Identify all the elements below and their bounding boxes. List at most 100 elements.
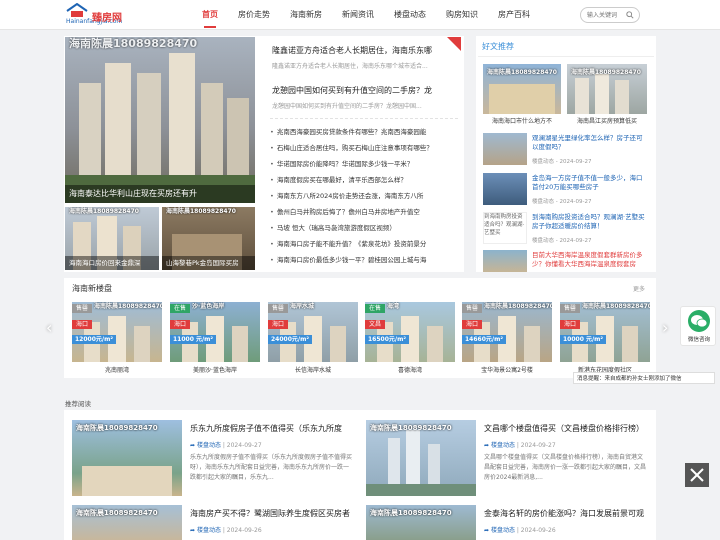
news-item[interactable]: 华诺国际房价能降吗？华诺国际多少钱一平米？: [270, 158, 458, 168]
recommend-item-2-image[interactable]: [483, 173, 527, 205]
project-city-badge: 海口: [268, 320, 289, 329]
project-status-badge: 售罄: [560, 304, 581, 313]
project-status-badge: 售罄: [462, 304, 483, 313]
recommend-top-1-caption[interactable]: 海南海口市什么地方不: [483, 116, 561, 125]
article-2-image[interactable]: 海南陈晨18089828470: [366, 420, 476, 496]
project-watermark: 海岸水城: [290, 303, 315, 310]
project-name[interactable]: 喜德海湾: [372, 365, 448, 374]
recommend-item-4-title[interactable]: 目前大华西海岸温泉度假套群新房价多少？你懂看大华西海岸温泉度假套房: [532, 251, 648, 269]
project-price: 10000 元/m²: [560, 335, 607, 344]
project-name[interactable]: 美丽沙·蓝色海岸: [177, 365, 253, 374]
article-4-date: 2024-09-26: [520, 527, 556, 534]
article-3-category[interactable]: 楼盘动态: [197, 527, 221, 534]
project-watermark: 海南陈晨18089828470: [484, 303, 552, 310]
nav-encyclopedia[interactable]: 房产百科: [494, 0, 534, 30]
news-item[interactable]: 兆南西海豪园买房贷款条件有哪些？兆南西海豪园能: [270, 126, 458, 136]
logo-house-icon: [66, 3, 88, 17]
nav-project-updates[interactable]: 楼盘动态: [390, 0, 430, 30]
hero-thumb-2[interactable]: 海南陈晨18089828470 山海黎巷Pk金岛国际买房: [162, 207, 255, 270]
category-icon: ➦: [484, 442, 491, 449]
recommend-item-2-title[interactable]: 金岛海一方房子值不值一般多少，海口首付20万能买哪些房子: [532, 174, 648, 192]
recommend-item-1-title[interactable]: 观澜湖星光里绿化率怎么样？房子还可以度假吗？: [532, 134, 648, 152]
article-4-category[interactable]: 楼盘动态: [491, 527, 515, 534]
carousel-prev-arrow-icon[interactable]: ‹: [46, 318, 52, 337]
hero-thumb-2-caption[interactable]: 山海黎巷Pk金岛国际买房: [162, 256, 255, 270]
news-item[interactable]: 马坡 恒大（瑞高马袅湾旅游度假区视频）: [270, 222, 458, 232]
article-2-date: 2024-09-27: [520, 442, 556, 449]
project-name[interactable]: 兆南丽湾: [79, 365, 155, 374]
recommend-item-1-image[interactable]: [483, 133, 527, 165]
news-item[interactable]: 海南东方八所2024房价走势还会涨，海南东方八所: [270, 190, 458, 200]
project-image[interactable]: 海南陈晨18089828470 售罄 海口 14660元/m²: [462, 302, 552, 362]
search-input[interactable]: [587, 10, 625, 20]
search-icon[interactable]: [626, 11, 634, 19]
category-icon: ➦: [484, 527, 491, 534]
recommend-top-1-watermark: 海南陈晨18089828470: [487, 69, 557, 76]
news-item[interactable]: 海南海口房价最低多少钱一平？碧桂园公园上城与海: [270, 254, 458, 264]
project-name[interactable]: 宝华海景公寓2号楼: [469, 365, 545, 374]
headline-2-title[interactable]: 龙憩园中国如何买到有升值空间的二手房？龙: [272, 85, 456, 96]
project-image[interactable]: 沙·蓝色海岸 在售 海口 11000 元/m²: [170, 302, 260, 362]
project-name[interactable]: 长信海岸水城: [275, 365, 351, 374]
article-3-date: 2024-09-26: [226, 527, 262, 534]
hero-thumb-1-caption[interactable]: 海南海口房价回来金鼎深: [65, 256, 159, 270]
recommend-top-1-image[interactable]: 海南陈晨18089828470: [483, 64, 561, 114]
project-card[interactable]: 海南陈晨18089828470 售罄 海口 14660元/m² 宝华海景公寓2号楼: [462, 302, 552, 376]
project-city-badge: 文昌: [365, 320, 386, 329]
project-card[interactable]: 海岸水城 售罄 海口 24000元/m² 长信海岸水城: [268, 302, 358, 376]
category-icon: ➦: [190, 527, 197, 534]
nav-news[interactable]: 新闻资讯: [338, 0, 378, 30]
news-item[interactable]: 石梅山庄适合居住吗，购买石梅山庄注意事项有哪些？: [270, 142, 458, 152]
project-image[interactable]: 海南陈晨18089828470 售罄 海口 12000元/m²: [72, 302, 162, 362]
article-1-desc: 乐东九所度假房子值不值得买（乐东九所度假房子值不值得买呀），海南乐东九所配套日益…: [190, 454, 352, 481]
nav-price-trend[interactable]: 房价走势: [234, 0, 274, 30]
article-2-category[interactable]: 楼盘动态: [491, 442, 515, 449]
article-1-watermark: 海南陈晨18089828470: [76, 424, 158, 432]
carousel-next-arrow-icon[interactable]: ›: [662, 318, 668, 337]
article-1-title[interactable]: 乐东九所度假房子值不值得买（乐东九所度: [190, 423, 350, 434]
wechat-float[interactable]: 微信咨询: [680, 306, 716, 346]
site-logo[interactable]: Hainanfangjia.com 臻房网: [66, 3, 126, 28]
recommend-item-3-broken-image[interactable]: 到海南购房投资适合吗？观澜湖·艺墅买: [483, 212, 527, 244]
recommend-top-2-caption[interactable]: 海南昌江买房预算低买: [567, 116, 647, 125]
site-header: Hainanfangjia.com 臻房网 首页 房价走势 海南新房 新闻资讯 …: [0, 0, 720, 30]
recommend-top-2-image[interactable]: 海南陈晨18089828470: [567, 64, 647, 114]
project-card[interactable]: 海南陈晨18089828470 售罄 海口 10000 元/m² 新港东花园度假社区: [560, 302, 650, 376]
project-city-badge: 海口: [462, 320, 483, 329]
new-projects-more-link[interactable]: 更多: [633, 284, 645, 293]
close-button[interactable]: [685, 463, 709, 487]
news-item[interactable]: 海南海口房子能不能升值？《紫泉花坊》投资前景分: [270, 238, 458, 248]
article-2-watermark: 海南陈晨18089828470: [370, 424, 452, 432]
recommend-item-3-title[interactable]: 到海南购房投资适合吗？观澜湖·艺墅买房子你超适暖房价结算！: [532, 213, 648, 231]
project-image[interactable]: 海湾 在售 文昌 16500元/m²: [365, 302, 455, 362]
logo-brand: 臻房网: [92, 13, 122, 24]
project-card[interactable]: 沙·蓝色海岸 在售 海口 11000 元/m² 美丽沙·蓝色海岸: [170, 302, 260, 376]
article-2-desc: 文昌哪个楼盘值得买（文昌楼盘价格排行榜），海南自贸港文昌配套日益完善，海南房价一…: [484, 454, 647, 481]
nav-buying-guide[interactable]: 购房知识: [442, 0, 482, 30]
news-item[interactable]: 海南度假房买在哪最好，清平乐西部怎么样？: [270, 174, 458, 184]
article-2-title[interactable]: 文昌哪个楼盘值得买（文昌楼盘价格排行榜）: [484, 423, 648, 434]
project-card[interactable]: 海湾 在售 文昌 16500元/m² 喜德海湾: [365, 302, 455, 376]
article-1-image[interactable]: 海南陈晨18089828470: [72, 420, 182, 496]
article-1-category[interactable]: 楼盘动态: [197, 442, 221, 449]
news-item[interactable]: 儋州白马井购房后悔了？儋州白马井房地产升值空: [270, 206, 458, 216]
nav-new-homes[interactable]: 海南新房: [286, 0, 326, 30]
recommend-item-4-image[interactable]: [483, 250, 527, 272]
project-card[interactable]: 海南陈晨18089828470 售罄 海口 12000元/m² 兆南丽湾: [72, 302, 162, 376]
project-status-badge: 在售: [170, 304, 191, 313]
nav-home[interactable]: 首页: [200, 0, 220, 30]
project-price: 11000 元/m²: [170, 335, 217, 344]
article-3-title[interactable]: 海南房产买不得？鹭湖国际养生度假区买房者: [190, 508, 350, 519]
hero-thumb-1[interactable]: 海南陈晨18089828470 海南海口房价回来金鼎深: [65, 207, 159, 270]
hero-caption[interactable]: 海南泰达比华利山庄现在买房还有升: [65, 185, 255, 203]
project-image[interactable]: 海南陈晨18089828470 售罄 海口 10000 元/m²: [560, 302, 650, 362]
article-3-image[interactable]: 海南陈晨18089828470: [72, 505, 182, 540]
headline-1-title[interactable]: 隆鑫诺亚方舟适合老人长期居住，海南乐东哪: [272, 45, 456, 56]
article-4-image[interactable]: 海南陈晨18089828470: [366, 505, 476, 540]
project-image[interactable]: 海岸水城 售罄 海口 24000元/m²: [268, 302, 358, 362]
project-city-badge: 海口: [170, 320, 191, 329]
project-status-badge: 售罄: [268, 304, 289, 313]
hero-main-image[interactable]: 海南陈晨18089828470 海南泰达比华利山庄现在买房还有升: [65, 37, 255, 203]
article-4-title[interactable]: 金泰海名轩的房价能涨吗？海口发展前景可观: [484, 508, 648, 519]
search-box: [580, 7, 640, 23]
